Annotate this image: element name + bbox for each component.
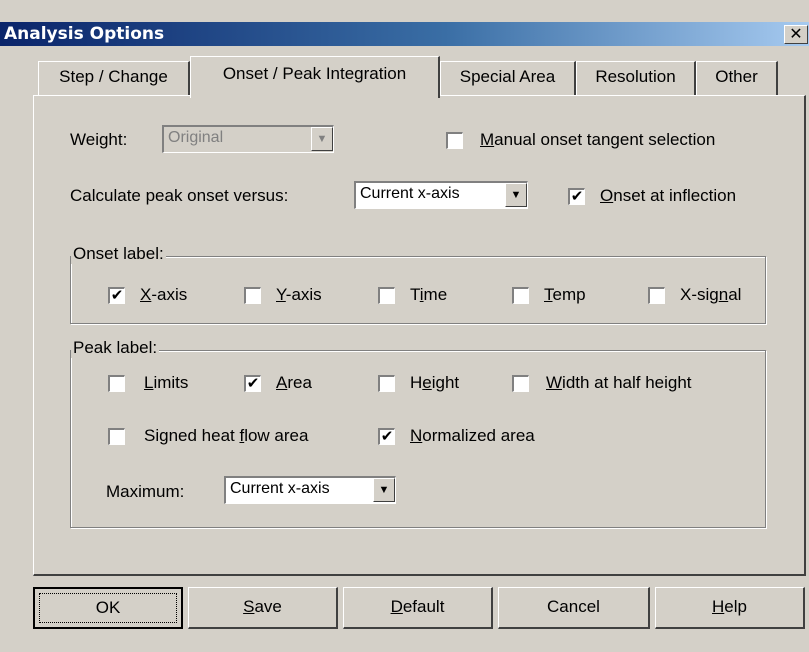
tab-step-change[interactable]: Step / Change [38,61,190,95]
tab-other[interactable]: Other [696,61,778,95]
tab-label: Resolution [595,67,676,86]
tab-special-area[interactable]: Special Area [440,61,576,95]
tab-label: Onset / Peak Integration [222,64,407,83]
save-button[interactable]: Save [188,587,338,629]
title-bar: Analysis Options [0,22,809,46]
tab-resolution[interactable]: Resolution [576,61,696,95]
tab-label: Step / Change [59,67,168,86]
analysis-options-dialog: Analysis Options ✕ Step / Change Onset /… [0,0,809,652]
tab-label: Special Area [459,67,556,86]
cancel-button[interactable]: Cancel [498,587,650,629]
tab-label: Other [715,67,758,86]
focus-rectangle [39,593,177,623]
close-button[interactable]: ✕ [784,25,808,44]
close-icon: ✕ [789,26,803,43]
default-button[interactable]: Default [343,587,493,629]
ok-button[interactable]: OK [33,587,183,629]
help-button[interactable]: Help [655,587,805,629]
window-title: Analysis Options [4,24,165,44]
tab-onset-peak-integration[interactable]: Onset / Peak Integration [190,56,440,98]
tab-panel [33,95,806,576]
